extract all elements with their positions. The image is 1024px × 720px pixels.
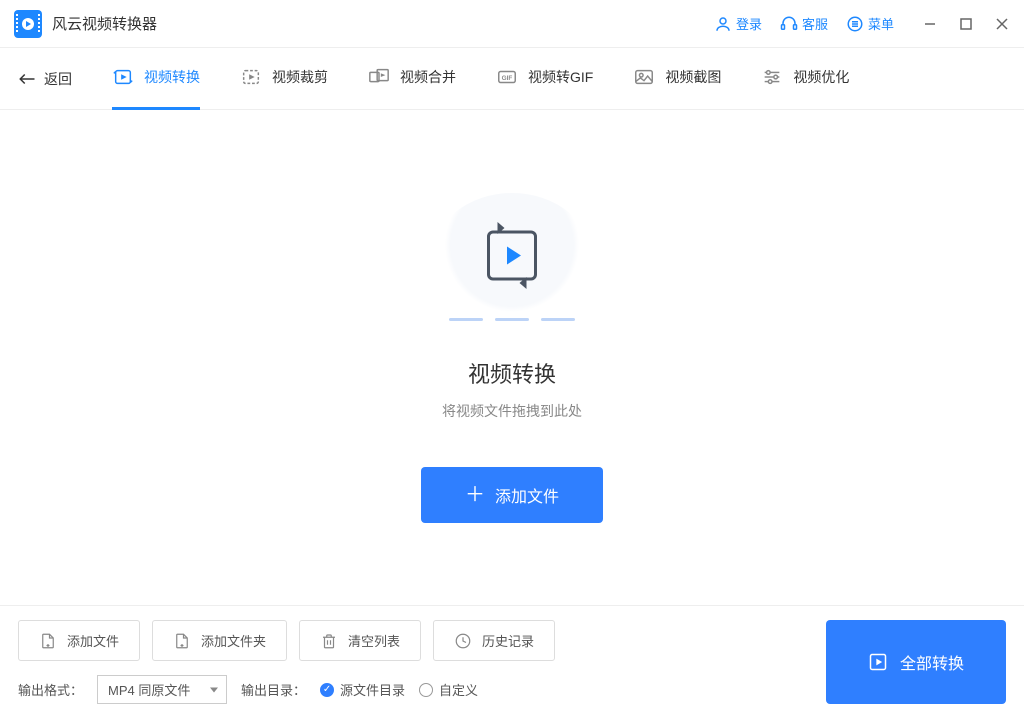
crop-icon (240, 66, 262, 88)
titlebar-right: 登录 客服 菜单 (714, 14, 1010, 33)
app-logo-icon (14, 10, 42, 38)
minimize-button[interactable] (922, 16, 938, 32)
window-controls (922, 16, 1010, 32)
tab-label: 视频转换 (144, 67, 200, 87)
empty-illustration (432, 193, 592, 323)
add-file-label: 添加文件 (67, 631, 119, 650)
radio-custom-label: 自定义 (439, 680, 478, 699)
sliders-icon (761, 66, 783, 88)
radio-dot-icon (320, 683, 334, 697)
tab-label: 视频裁剪 (272, 67, 328, 87)
history-button[interactable]: 历史记录 (433, 620, 555, 661)
convert-all-label: 全部转换 (900, 650, 964, 674)
titlebar: 风云视频转换器 登录 客服 菜单 (0, 0, 1024, 48)
add-file-main-button[interactable]: ＋ 添加文件 (421, 467, 603, 523)
support-label: 客服 (802, 14, 828, 33)
bottombar: 添加文件 添加文件夹 清空列表 历史记录 输出格式： MP4 同原 (0, 605, 1024, 720)
support-link[interactable]: 客服 (780, 14, 828, 33)
maximize-button[interactable] (958, 16, 974, 32)
login-link[interactable]: 登录 (714, 14, 762, 33)
play-box-icon (868, 652, 888, 672)
tab-video-gif[interactable]: GIF 视频转GIF (496, 48, 593, 110)
tab-label: 视频截图 (665, 67, 721, 87)
folder-plus-icon (173, 632, 191, 650)
tab-label: 视频合并 (400, 67, 456, 87)
tab-video-convert[interactable]: 视频转换 (112, 48, 200, 110)
back-label: 返回 (44, 69, 72, 89)
app-title: 风云视频转换器 (52, 13, 157, 34)
bottom-actions: 添加文件 添加文件夹 清空列表 历史记录 (18, 620, 555, 661)
plus-icon: ＋ (465, 485, 485, 505)
clear-list-button[interactable]: 清空列表 (299, 620, 421, 661)
main-empty-area[interactable]: 视频转换 将视频文件拖拽到此处 ＋ 添加文件 (0, 110, 1024, 605)
menu-link[interactable]: 菜单 (846, 14, 894, 33)
tab-video-merge[interactable]: 视频合并 (368, 48, 456, 110)
add-file-main-label: 添加文件 (495, 483, 559, 507)
menu-label: 菜单 (868, 14, 894, 33)
arrow-left-icon (18, 72, 36, 86)
add-folder-button[interactable]: 添加文件夹 (152, 620, 287, 661)
radio-source-dir[interactable]: 源文件目录 (320, 680, 405, 699)
empty-title: 视频转换 (468, 357, 556, 389)
empty-subtitle: 将视频文件拖拽到此处 (442, 401, 582, 421)
add-file-button[interactable]: 添加文件 (18, 620, 140, 661)
output-dir-label: 输出目录： (241, 680, 306, 699)
history-label: 历史记录 (482, 631, 534, 650)
tab-video-crop[interactable]: 视频裁剪 (240, 48, 328, 110)
tabbar: 返回 视频转换 视频裁剪 视频合并 GIF 视频转GIF 视频截图 视频优化 (0, 48, 1024, 110)
back-button[interactable]: 返回 (18, 69, 72, 89)
tab-label: 视频优化 (793, 67, 849, 87)
clock-icon (454, 632, 472, 650)
radio-custom-dir[interactable]: 自定义 (419, 680, 478, 699)
convert-all-button[interactable]: 全部转换 (826, 620, 1006, 704)
close-button[interactable] (994, 16, 1010, 32)
play-convert-icon (112, 66, 134, 88)
output-format-value: MP4 同原文件 (108, 683, 190, 698)
add-folder-label: 添加文件夹 (201, 631, 266, 650)
radio-source-label: 源文件目录 (340, 680, 405, 699)
svg-text:GIF: GIF (502, 74, 513, 81)
tab-label: 视频转GIF (528, 67, 593, 87)
user-icon (714, 15, 732, 33)
merge-icon (368, 66, 390, 88)
tab-video-screenshot[interactable]: 视频截图 (633, 48, 721, 110)
login-label: 登录 (736, 14, 762, 33)
bottom-settings: 输出格式： MP4 同原文件 输出目录： 源文件目录 自定义 (18, 675, 555, 704)
clear-list-label: 清空列表 (348, 631, 400, 650)
screenshot-icon (633, 66, 655, 88)
menu-icon (846, 15, 864, 33)
file-plus-icon (39, 632, 57, 650)
headset-icon (780, 15, 798, 33)
output-format-select[interactable]: MP4 同原文件 (97, 675, 227, 704)
tab-video-optimize[interactable]: 视频优化 (761, 48, 849, 110)
output-format-label: 输出格式： (18, 680, 83, 699)
trash-icon (320, 632, 338, 650)
radio-dot-icon (419, 683, 433, 697)
gif-icon: GIF (496, 66, 518, 88)
